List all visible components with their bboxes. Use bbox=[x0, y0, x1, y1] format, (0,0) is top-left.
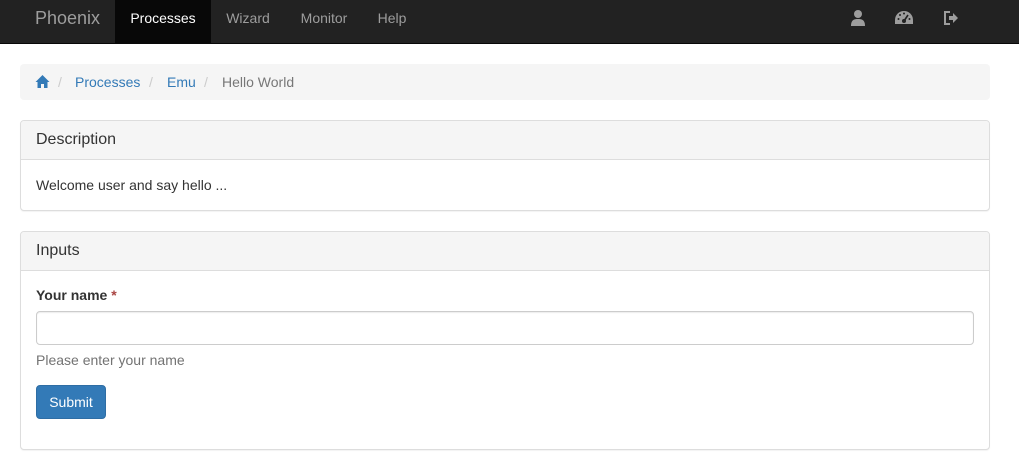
name-input[interactable] bbox=[36, 311, 974, 345]
description-text: Welcome user and say hello ... bbox=[36, 177, 228, 193]
breadcrumb-emu[interactable]: Emu bbox=[167, 64, 196, 100]
description-panel: Description Welcome user and say hello .… bbox=[20, 120, 990, 211]
brand-link[interactable]: Phoenix bbox=[35, 0, 100, 43]
panel-title: Inputs bbox=[36, 242, 80, 259]
panel-heading: Description bbox=[21, 121, 989, 160]
top-navbar: Phoenix Processes Wizard Monitor Help bbox=[0, 0, 1019, 44]
required-marker: * bbox=[111, 287, 117, 303]
name-field-label: Your name * bbox=[36, 285, 117, 305]
submit-button[interactable]: Submit bbox=[36, 385, 106, 419]
user-icon[interactable] bbox=[849, 9, 867, 27]
panel-title: Description bbox=[36, 131, 117, 148]
logout-icon[interactable] bbox=[942, 9, 960, 27]
inputs-panel: Inputs Your name * Please enter your nam… bbox=[20, 231, 990, 450]
breadcrumb: / Processes / Emu / Hello World bbox=[20, 64, 990, 100]
nav-item-wizard[interactable]: Wizard bbox=[211, 0, 285, 43]
breadcrumb-separator: / bbox=[204, 74, 208, 90]
breadcrumb-separator: / bbox=[149, 74, 153, 90]
dashboard-icon[interactable] bbox=[894, 9, 914, 27]
nav-item-processes[interactable]: Processes bbox=[115, 0, 211, 43]
name-field-label-text: Your name bbox=[36, 287, 108, 303]
nav-item-help[interactable]: Help bbox=[363, 0, 421, 43]
panel-heading: Inputs bbox=[21, 232, 989, 271]
breadcrumb-current: Hello World bbox=[222, 74, 295, 90]
breadcrumb-separator: / bbox=[58, 74, 62, 90]
name-help-text: Please enter your name bbox=[36, 352, 185, 368]
breadcrumb-processes[interactable]: Processes bbox=[75, 64, 140, 100]
nav-item-monitor[interactable]: Monitor bbox=[285, 0, 363, 43]
home-icon[interactable] bbox=[35, 74, 50, 89]
